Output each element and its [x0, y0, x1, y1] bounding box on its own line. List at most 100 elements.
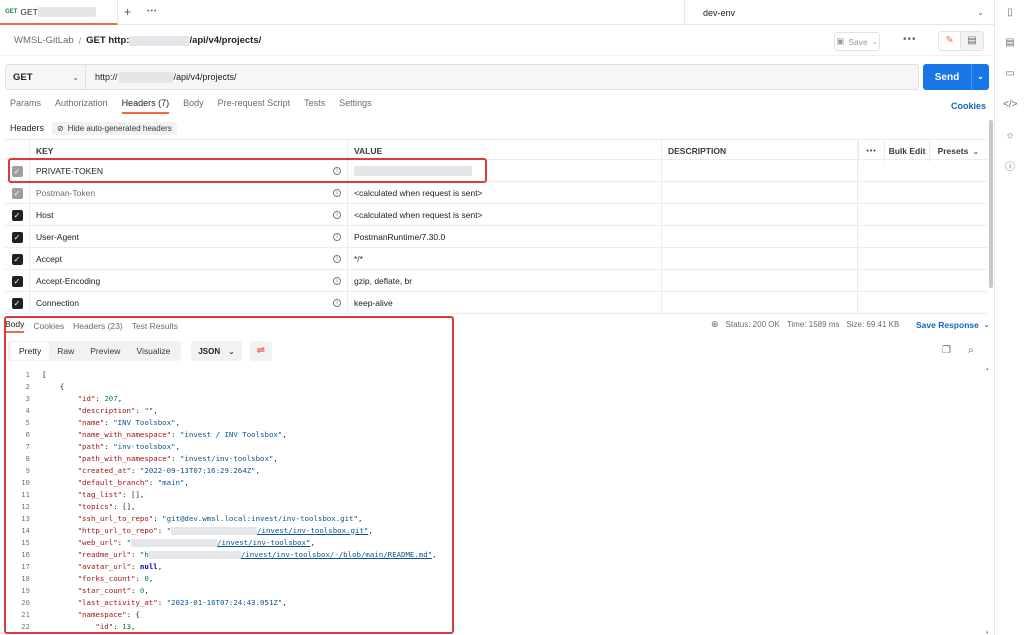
redacted-text	[171, 526, 258, 535]
line-number: 12	[21, 501, 30, 511]
url-input[interactable]: http:// /api/v4/projects/	[86, 71, 237, 83]
info-icon[interactable]: ⓘ	[1003, 161, 1017, 175]
code-scrollbar[interactable]: ▴ ▾	[986, 366, 990, 635]
presets-dropdown[interactable]: Presets ⌄	[929, 140, 987, 162]
tab-body[interactable]: Body	[183, 98, 204, 114]
comments-icon[interactable]: ▭	[1003, 67, 1017, 81]
header-description[interactable]	[662, 270, 858, 292]
bulk-edit-button[interactable]: Bulk Edit	[884, 140, 929, 162]
collection-name[interactable]: WMSL-GitLab	[14, 35, 74, 46]
row-checkbox[interactable]: ✓	[11, 275, 23, 287]
header-key[interactable]: Accept-Encoding	[36, 276, 100, 286]
row-checkbox[interactable]: ✓	[11, 187, 23, 199]
hide-auto-headers-button[interactable]: ⊘ Hide auto-generated headers	[52, 121, 177, 135]
header-value[interactable]: <calculated when request is sent>	[354, 188, 483, 198]
header-key[interactable]: Accept	[36, 254, 62, 264]
code-value: {	[135, 609, 140, 619]
cookies-link[interactable]: Cookies	[951, 101, 986, 111]
column-more-icon[interactable]: •••	[858, 140, 884, 162]
globe-icon[interactable]: ⊕	[711, 319, 719, 330]
wrap-lines-icon[interactable]: ⇌	[249, 341, 272, 361]
comment-icon[interactable]: ▤	[961, 32, 983, 50]
request-name[interactable]: GET http:	[86, 35, 129, 46]
environment-select[interactable]: dev-env ⌄	[684, 0, 994, 25]
send-button[interactable]: Send ⌄	[923, 64, 989, 90]
save-button[interactable]: ▣ Save ⌄	[834, 32, 880, 51]
resp-tab-body[interactable]: Body	[5, 319, 25, 333]
info-icon[interactable]: i	[333, 189, 341, 197]
row-checkbox[interactable]: ✓	[11, 165, 23, 177]
resp-tab-test-results[interactable]: Test Results	[132, 321, 178, 331]
view-visualize[interactable]: Visualize	[128, 342, 178, 360]
request-name-suffix: /api/v4/projects/	[189, 35, 262, 46]
line-number: 5	[25, 417, 30, 427]
format-select[interactable]: JSON ⌄	[191, 341, 242, 361]
header-key[interactable]: PRIVATE-TOKEN	[36, 166, 103, 176]
header-key[interactable]: Host	[36, 210, 53, 220]
header-key[interactable]: Postman-Token	[36, 188, 95, 198]
view-preview[interactable]: Preview	[82, 342, 128, 360]
header-value[interactable]: */*	[354, 254, 363, 264]
header-key[interactable]: User-Agent	[36, 232, 79, 242]
code-value-prefix: "h	[139, 549, 149, 559]
header-value[interactable]: gzip, deflate, br	[354, 276, 412, 286]
code-line: 18 "forks_count": 0,	[10, 572, 980, 584]
search-icon[interactable]: ⌕	[968, 345, 974, 356]
header-description[interactable]	[662, 160, 858, 182]
view-pretty[interactable]: Pretty	[11, 342, 50, 360]
save-response-button[interactable]: Save Response ⌄	[916, 319, 990, 330]
tab-more-icon[interactable]: •••	[147, 8, 157, 15]
lightbulb-icon[interactable]: ☼	[1003, 129, 1017, 143]
row-checkbox[interactable]: ✓	[11, 209, 23, 221]
tab-headers[interactable]: Headers (7)	[121, 98, 170, 114]
headers-scrollbar[interactable]	[989, 120, 993, 288]
header-key[interactable]: Connection	[36, 298, 79, 308]
tab-settings[interactable]: Settings	[339, 98, 372, 114]
more-actions-icon[interactable]: •••	[903, 34, 917, 45]
info-icon[interactable]: i	[333, 255, 341, 263]
resp-tab-headers[interactable]: Headers (23)	[73, 321, 123, 331]
view-raw[interactable]: Raw	[49, 342, 82, 360]
header-description[interactable]	[662, 292, 858, 314]
col-key: KEY	[30, 140, 348, 162]
info-icon[interactable]: i	[333, 167, 341, 175]
code-icon[interactable]: </>	[1003, 98, 1017, 112]
tab-pre-request-script[interactable]: Pre-request Script	[218, 98, 291, 114]
header-description[interactable]	[662, 204, 858, 226]
info-icon[interactable]: i	[333, 211, 341, 219]
tab-authorization[interactable]: Authorization	[55, 98, 108, 114]
method-select[interactable]: GET ⌄	[6, 65, 86, 89]
header-description[interactable]	[662, 248, 858, 270]
chevron-down-icon[interactable]: ⌄	[971, 64, 989, 90]
line-number: 10	[21, 477, 30, 487]
request-tab[interactable]: GET GET	[0, 0, 118, 25]
tab-tests[interactable]: Tests	[304, 98, 325, 114]
info-icon[interactable]: i	[333, 233, 341, 241]
row-checkbox[interactable]: ✓	[11, 253, 23, 265]
response-body-code[interactable]: 1[2 {3 "id": 207, 4 "description": "", 5 "…	[10, 368, 980, 632]
info-icon[interactable]: i	[333, 277, 341, 285]
line-number: 6	[25, 429, 30, 439]
document-icon[interactable]: ▤	[1003, 36, 1017, 50]
header-description[interactable]	[662, 226, 858, 248]
redacted-text	[37, 6, 96, 17]
code-value[interactable]: /invest/inv-toolsbox"	[217, 538, 310, 547]
header-value[interactable]: keep-alive	[354, 298, 393, 308]
resp-tab-cookies[interactable]: Cookies	[33, 321, 64, 331]
pencil-icon[interactable]: ✎	[939, 32, 962, 50]
code-value[interactable]: /invest/inv-toolsbox.git"	[257, 526, 368, 535]
code-value: []	[131, 489, 140, 499]
info-icon[interactable]: i	[333, 299, 341, 307]
header-value[interactable]: <calculated when request is sent>	[354, 210, 483, 220]
tab-params[interactable]: Params	[10, 98, 41, 114]
code-value[interactable]: /invest/inv-toolsbox/-/blob/main/README.…	[241, 550, 432, 559]
documentation-icon[interactable]: ▯	[1003, 6, 1017, 20]
row-checkbox[interactable]: ✓	[11, 297, 23, 309]
header-value[interactable]: PostmanRuntime/7.30.0	[354, 232, 445, 242]
header-description[interactable]	[662, 182, 858, 204]
row-checkbox[interactable]: ✓	[11, 231, 23, 243]
headers-label: Headers	[10, 123, 45, 133]
add-tab-icon[interactable]: +	[124, 5, 131, 19]
format-label: JSON	[198, 346, 221, 356]
copy-icon[interactable]: ❐	[942, 345, 951, 356]
